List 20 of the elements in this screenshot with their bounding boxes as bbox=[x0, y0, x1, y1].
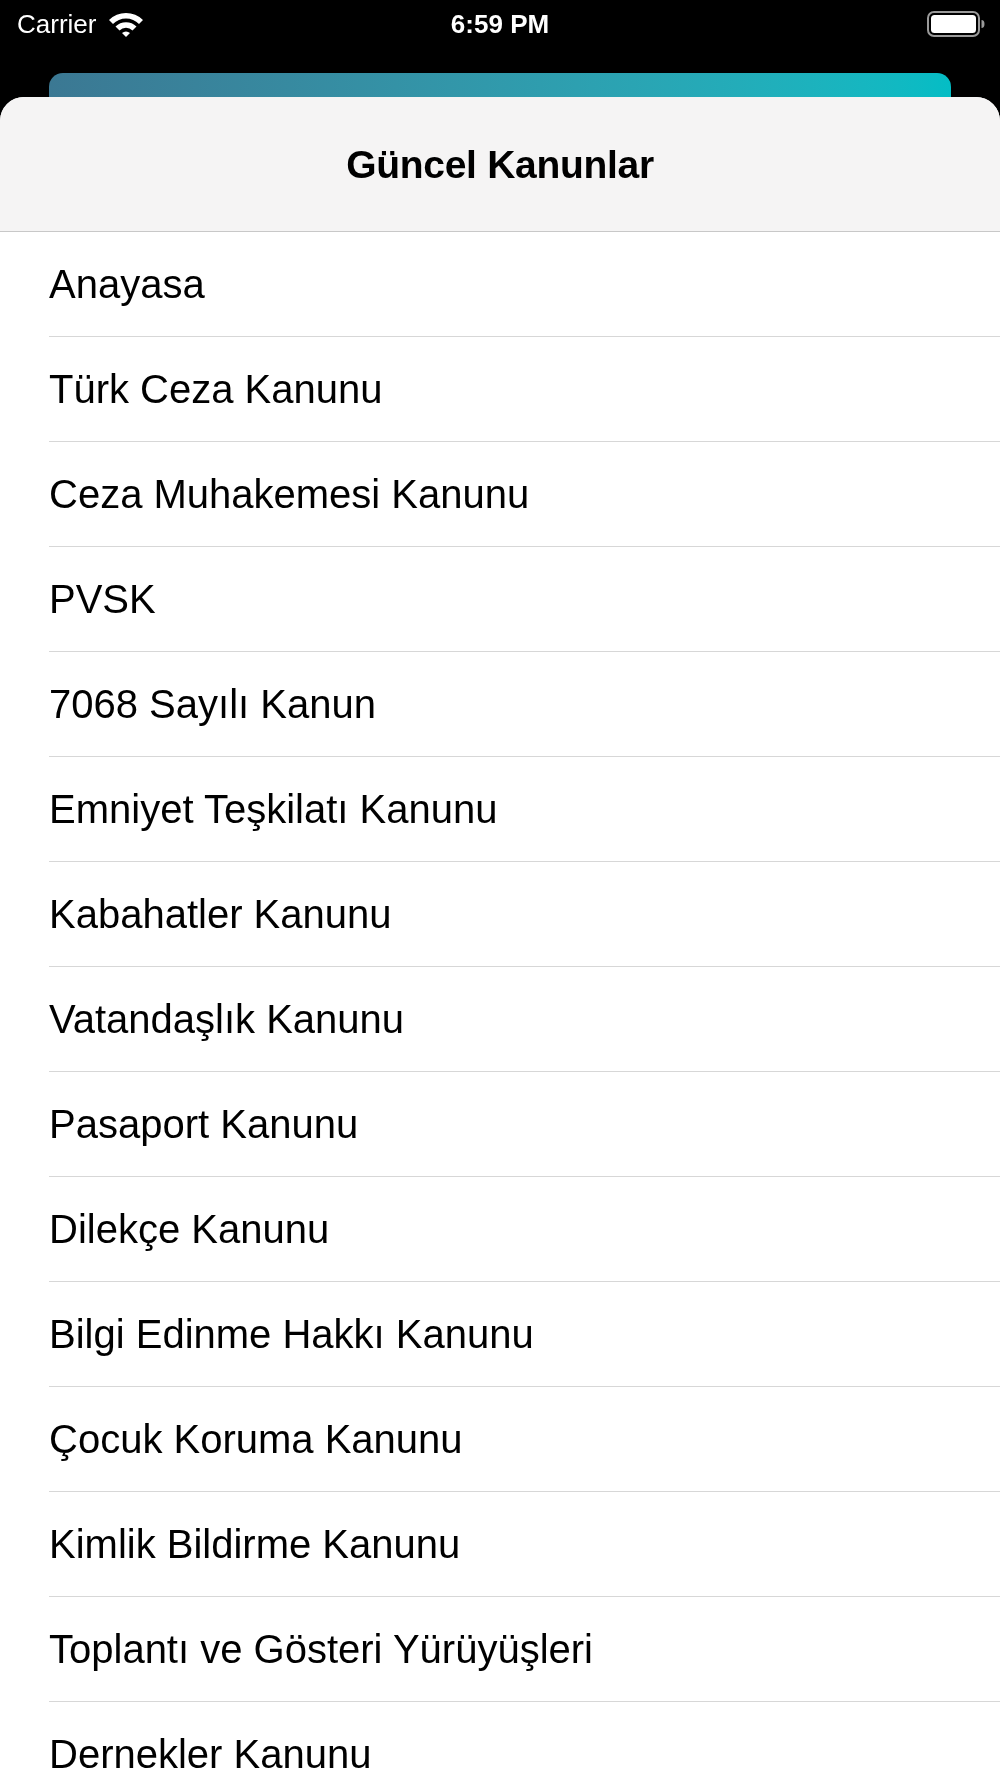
list-item[interactable]: Vatandaşlık Kanunu bbox=[49, 999, 405, 1039]
battery-icon bbox=[927, 11, 985, 37]
wifi-icon bbox=[108, 11, 145, 37]
list-item[interactable]: Bilgi Edinme Hakkı Kanunu bbox=[49, 1314, 534, 1354]
list-item[interactable]: Kabahatler Kanunu bbox=[49, 894, 392, 934]
list-item[interactable]: Ceza Muhakemesi Kanunu bbox=[49, 474, 530, 514]
list-item[interactable]: Pasaport Kanunu bbox=[49, 1104, 359, 1144]
list-item[interactable]: Çocuk Koruma Kanunu bbox=[49, 1419, 463, 1459]
list-item[interactable]: Toplantı ve Gösteri Yürüyüşleri bbox=[49, 1629, 593, 1669]
list-item[interactable]: Anayasa bbox=[49, 264, 205, 304]
list-item[interactable]: Emniyet Teşkilatı Kanunu bbox=[49, 789, 498, 829]
carrier-label: Carrier bbox=[17, 11, 97, 37]
time-label: 6:59 PM bbox=[450, 11, 550, 37]
list-item[interactable]: Dernekler Kanunu bbox=[49, 1734, 372, 1774]
list-item[interactable]: 7068 Sayılı Kanun bbox=[49, 684, 376, 724]
sheet-title: Güncel Kanunlar bbox=[346, 144, 654, 184]
list-item[interactable]: Türk Ceza Kanunu bbox=[49, 369, 383, 409]
list-item[interactable]: PVSK bbox=[49, 579, 156, 619]
list-item[interactable]: Dilekçe Kanunu bbox=[49, 1209, 330, 1249]
list-item[interactable]: Kimlik Bildirme Kanunu bbox=[49, 1524, 461, 1564]
